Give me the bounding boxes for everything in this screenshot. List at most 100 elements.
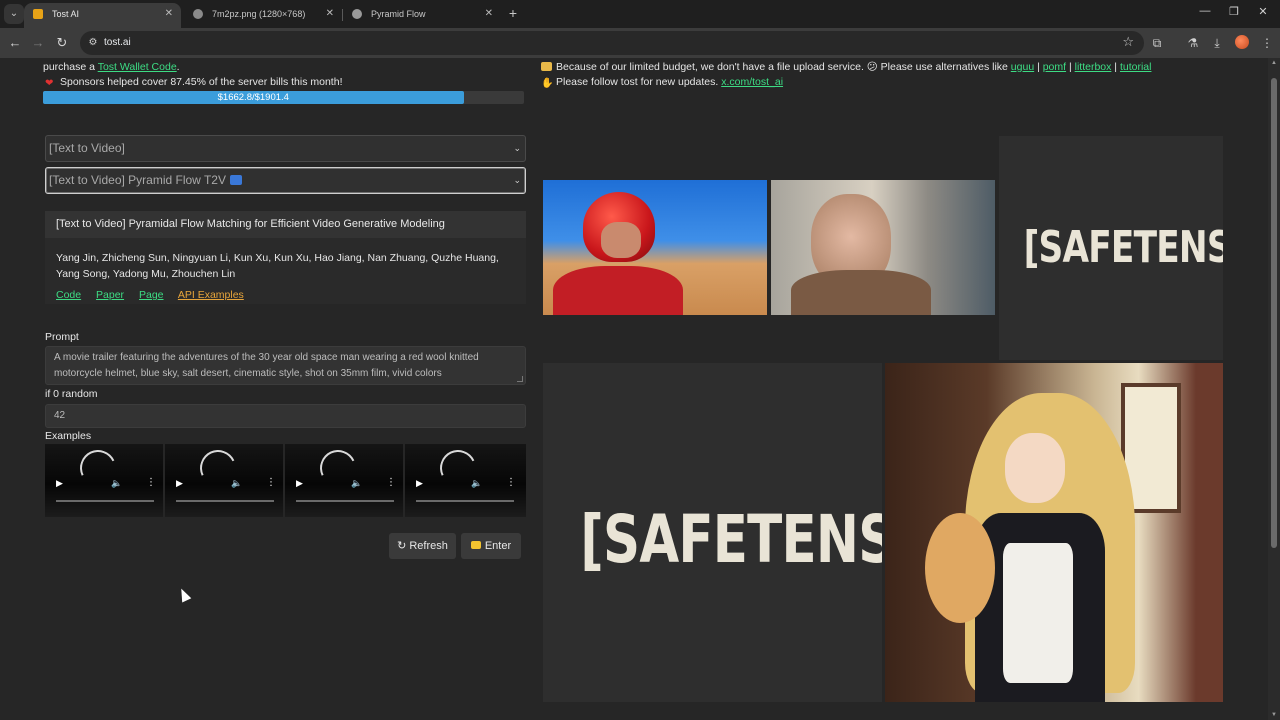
restore-icon[interactable]: ❐	[1226, 5, 1242, 18]
tost-favicon-icon	[33, 9, 43, 19]
more-options-icon[interactable]: ⋮	[386, 477, 396, 488]
model-authors: Yang Jin, Zhicheng Sun, Ningyuan Li, Kun…	[56, 252, 499, 280]
profile-avatar[interactable]	[1235, 35, 1249, 49]
wallet-code-link[interactable]: Tost Wallet Code	[98, 61, 177, 73]
back-icon[interactable]: ←	[6, 34, 24, 52]
browser-tab-bar: ⌄ Tost AI ✕ 7m2pz.png (1280×768) ✕ Pyram…	[0, 0, 1280, 28]
upload-notice-text: Because of our limited budget, we don't …	[556, 61, 1008, 73]
close-window-icon[interactable]: ✕	[1255, 5, 1271, 18]
play-icon[interactable]: ▶	[56, 478, 63, 489]
labs-flask-icon[interactable]: ⚗	[1184, 34, 1202, 52]
example-video-player[interactable]: ▶ 🔈 ⋮	[285, 444, 403, 517]
safetensors-stamp: [SAFETENSORS]	[1023, 222, 1223, 273]
follow-line: ✋ Please follow tost for new updates. x.c…	[541, 76, 783, 89]
example-video-player[interactable]: ▶ 🔈 ⋮	[45, 444, 163, 517]
gallery-image-safetensors-small[interactable]: [SAFETENSORS]	[999, 136, 1223, 360]
new-badge-icon	[229, 175, 242, 185]
code-link[interactable]: Code	[56, 289, 81, 301]
scroll-down-icon[interactable]: ▼	[1270, 712, 1278, 718]
purchase-period: .	[176, 61, 180, 73]
gallery-image-spaceman[interactable]	[543, 180, 767, 315]
video-seek-bar[interactable]	[296, 500, 394, 502]
page-content: purchase a Tost Wallet Code. ❤ Sponsors h…	[0, 58, 1268, 720]
forward-icon[interactable]: →	[29, 34, 47, 52]
tutorial-link[interactable]: tutorial	[1120, 61, 1152, 73]
reload-icon[interactable]: ↻	[53, 34, 71, 52]
site-info-icon[interactable]: ⚙	[86, 36, 100, 50]
video-seek-bar[interactable]	[416, 500, 514, 502]
seed-input[interactable]: 42	[45, 404, 526, 428]
browser-menu-icon[interactable]: ⋮	[1258, 34, 1276, 52]
resize-handle[interactable]	[517, 376, 523, 382]
seed-label: if 0 random	[45, 388, 98, 400]
video-seek-bar[interactable]	[176, 500, 274, 502]
gallery-image-woman[interactable]	[771, 180, 995, 315]
gallery-image-safetensors-large[interactable]: [SAFETENSORS]	[543, 363, 882, 702]
download-icon[interactable]: ⤓	[1208, 34, 1226, 52]
url-text: tost.ai	[104, 37, 131, 48]
play-icon[interactable]: ▶	[176, 478, 183, 489]
category-select-value: [Text to Video]	[49, 141, 125, 155]
volume-icon[interactable]: 🔈	[351, 478, 362, 489]
scrollbar-thumb[interactable]	[1271, 78, 1277, 548]
example-video-player[interactable]: ▶ 🔈 ⋮	[405, 444, 526, 517]
close-tab-icon[interactable]: ✕	[165, 3, 173, 25]
example-video-player[interactable]: ▶ 🔈 ⋮	[165, 444, 283, 517]
category-select[interactable]: [Text to Video] ⌄	[45, 135, 526, 162]
examples-label: Examples	[45, 430, 92, 442]
x-tost-link[interactable]: x.com/tost_ai	[721, 76, 783, 88]
model-info-card: [Text to Video] Pyramidal Flow Matching …	[45, 211, 526, 304]
video-seek-bar[interactable]	[56, 500, 154, 502]
sponsors-line: ❤ Sponsors helped cover 87.45% of the ser…	[45, 76, 343, 89]
gallery-image-anime-maid[interactable]	[885, 363, 1223, 702]
model-links: Code Paper Page API Examples	[56, 289, 256, 301]
play-icon[interactable]: ▶	[416, 478, 423, 489]
volume-icon[interactable]: 🔈	[471, 478, 482, 489]
tab-title: Tost AI	[52, 9, 80, 19]
model-select-value: [Text to Video] Pyramid Flow T2V	[49, 173, 226, 187]
tab-pyramid-flow[interactable]: Pyramid Flow ✕	[343, 3, 501, 28]
close-tab-icon[interactable]: ✕	[326, 3, 334, 25]
uguu-link[interactable]: uguu	[1011, 61, 1034, 73]
tab-title: Pyramid Flow	[371, 9, 426, 19]
tab-search-icon[interactable]: ⌄	[4, 4, 24, 24]
page-link[interactable]: Page	[139, 289, 164, 301]
extensions-icon[interactable]: ⧉	[1148, 34, 1166, 52]
minimize-icon[interactable]: —	[1197, 5, 1213, 17]
refresh-button[interactable]: ↻ Refresh	[389, 533, 456, 559]
prompt-label: Prompt	[45, 331, 79, 343]
api-examples-link[interactable]: API Examples	[178, 289, 244, 301]
page-scrollbar[interactable]: ▲ ▼	[1268, 58, 1280, 720]
more-options-icon[interactable]: ⋮	[266, 477, 276, 488]
tab-tost-ai[interactable]: Tost AI ✕	[24, 3, 181, 28]
address-bar[interactable]: ⚙ tost.ai ☆	[80, 31, 1144, 55]
new-tab-icon[interactable]: +	[505, 4, 521, 22]
sponsor-progress-bar: $1662.8/$1901.4	[43, 91, 524, 104]
enter-button[interactable]: Enter	[461, 533, 521, 559]
bookmark-star-icon[interactable]: ☆	[1122, 34, 1134, 50]
purchase-prefix: purchase a	[43, 61, 95, 73]
image-favicon-icon	[193, 9, 203, 19]
scroll-up-icon[interactable]: ▲	[1270, 60, 1278, 66]
volume-icon[interactable]: 🔈	[111, 478, 122, 489]
face	[601, 222, 641, 258]
follow-text: Please follow tost for new updates.	[556, 76, 719, 88]
sponsors-text: Sponsors helped cover 87.45% of the serv…	[60, 76, 343, 88]
prompt-textarea[interactable]: A movie trailer featuring the adventures…	[45, 346, 526, 385]
volume-icon[interactable]: 🔈	[231, 478, 242, 489]
more-options-icon[interactable]: ⋮	[506, 477, 516, 488]
pomf-link[interactable]: pomf	[1043, 61, 1066, 73]
folder-icon	[541, 62, 552, 71]
play-icon[interactable]: ▶	[296, 478, 303, 489]
litterbox-link[interactable]: litterbox	[1075, 61, 1112, 73]
upload-notice-line: Because of our limited budget, we don't …	[541, 61, 1151, 73]
waving-hand-icon: ✋	[541, 78, 554, 89]
tab-image[interactable]: 7m2pz.png (1280×768) ✕	[184, 3, 342, 28]
more-options-icon[interactable]: ⋮	[146, 477, 156, 488]
close-tab-icon[interactable]: ✕	[485, 3, 493, 25]
enter-icon	[470, 541, 481, 549]
paper-link[interactable]: Paper	[96, 289, 124, 301]
globe-favicon-icon	[352, 9, 362, 19]
model-select[interactable]: [Text to Video] Pyramid Flow T2V ⌄	[45, 167, 526, 194]
red-suit	[553, 266, 683, 315]
